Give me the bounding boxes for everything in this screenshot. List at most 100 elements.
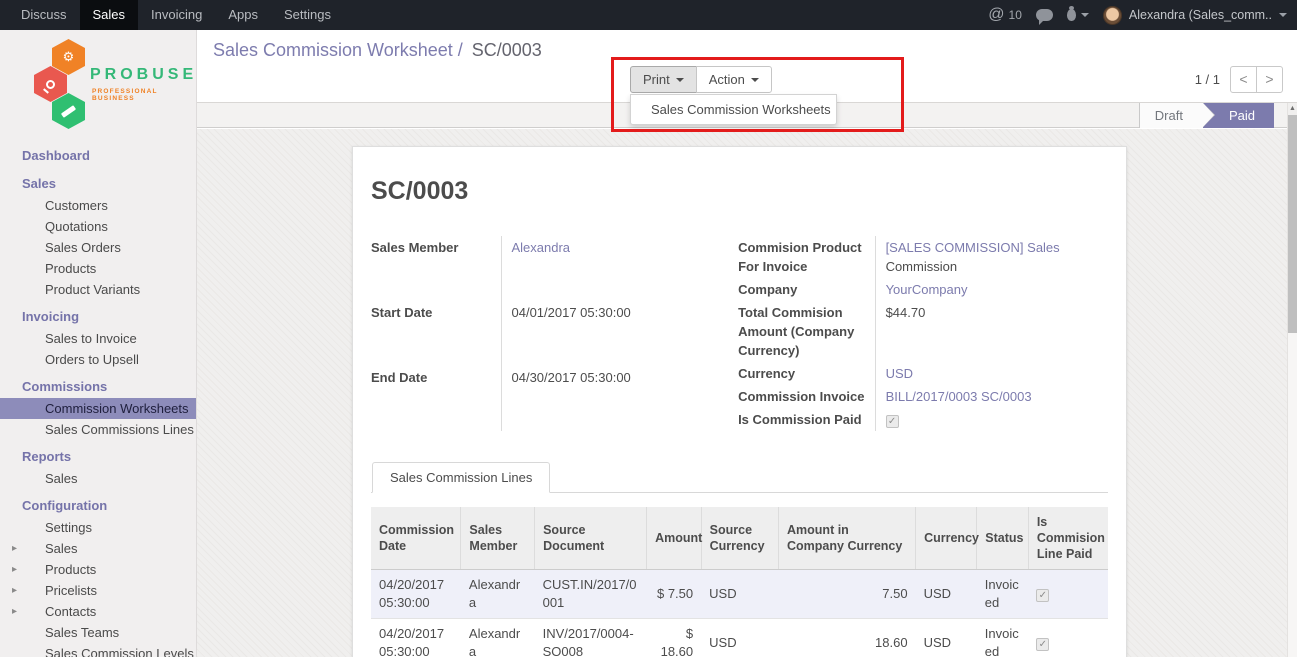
print-button[interactable]: Print <box>630 66 697 93</box>
sidebar-item-sales-commissions-lines[interactable]: Sales Commissions Lines <box>0 419 196 440</box>
sidebar: ⚙ PROBUSE PROFESSIONAL BUSINESS Dashboar… <box>0 30 197 657</box>
field-value-company[interactable]: YourCompany <box>886 282 968 297</box>
commission-lines-table: Commission Date Sales Member Source Docu… <box>371 507 1108 657</box>
topbar-menus: Discuss Sales Invoicing Apps Settings <box>0 0 344 30</box>
sidebar-item-quotations[interactable]: Quotations <box>0 216 196 237</box>
cell-sales-member: Alexandra <box>461 570 535 619</box>
chevron-right-icon: ▸ <box>12 559 17 580</box>
tab-sales-commission-lines[interactable]: Sales Commission Lines <box>372 462 550 493</box>
scrollbar-up-arrow-icon[interactable]: ▲ <box>1288 103 1297 115</box>
col-header-status[interactable]: Status <box>977 507 1029 570</box>
control-panel: Sales Commission Worksheet / SC/0003 Pri… <box>197 30 1297 103</box>
sidebar-item-orders-to-upsell[interactable]: Orders to Upsell <box>0 349 196 370</box>
sidebar-item-sales-teams[interactable]: Sales Teams <box>0 622 196 643</box>
is-commission-paid-checkbox[interactable]: ✓ <box>886 415 899 428</box>
col-header-commission-date[interactable]: Commission Date <box>371 507 461 570</box>
field-label-company: Company <box>738 278 875 301</box>
sidebar-nav: Dashboard Sales Customers Quotations Sal… <box>0 130 196 657</box>
pager-next-button[interactable]: > <box>1256 66 1283 93</box>
field-value-currency[interactable]: USD <box>886 366 913 381</box>
sidebar-section-reports[interactable]: Reports <box>0 445 196 468</box>
cell-commission-date: 04/20/2017 05:30:00 <box>371 619 461 657</box>
pager-previous-button[interactable]: < <box>1230 66 1257 93</box>
sidebar-item-product-variants[interactable]: Product Variants <box>0 279 196 300</box>
caret-down-icon <box>751 78 759 82</box>
print-dropdown-menu: Sales Commission Worksheets <box>630 94 837 125</box>
scrollbar-thumb[interactable] <box>1288 115 1297 333</box>
notebook-tabs: Sales Commission Lines <box>371 462 1108 493</box>
chevron-right-icon: ▸ <box>12 538 17 559</box>
topbar-right: @ 10 Alexandra (Sales_comm.. <box>988 0 1297 30</box>
form-sheet: SC/0003 Sales Member Alexandra Start Dat… <box>352 146 1127 657</box>
field-value-sales-member[interactable]: Alexandra <box>512 240 571 255</box>
chevron-right-icon: ▸ <box>12 580 17 601</box>
at-icon: @ <box>988 7 1004 23</box>
field-group-left: Sales Member Alexandra Start Date 04/01/… <box>371 236 721 431</box>
cell-source-currency: USD <box>701 570 778 619</box>
sidebar-item-sales-orders[interactable]: Sales Orders <box>0 237 196 258</box>
col-header-amount[interactable]: Amount <box>647 507 702 570</box>
line-paid-checkbox[interactable]: ✓ <box>1036 638 1049 651</box>
debug-menu[interactable] <box>1067 9 1089 21</box>
topbar-menu-apps[interactable]: Apps <box>215 0 271 30</box>
sidebar-item-sales-to-invoice[interactable]: Sales to Invoice <box>0 328 196 349</box>
form-fields: Sales Member Alexandra Start Date 04/01/… <box>371 236 1108 431</box>
topbar-menu-sales[interactable]: Sales <box>80 0 139 30</box>
cell-source-currency: USD <box>701 619 778 657</box>
field-label-commission-invoice: Commission Invoice <box>738 385 875 408</box>
action-button[interactable]: Action <box>696 66 772 93</box>
topbar-menu-invoicing[interactable]: Invoicing <box>138 0 215 30</box>
sidebar-section-commissions[interactable]: Commissions <box>0 375 196 398</box>
logo-tagline: PROFESSIONAL BUSINESS <box>92 88 196 102</box>
dropdown-item-sales-commission-worksheets[interactable]: Sales Commission Worksheets <box>631 95 836 124</box>
col-header-sales-member[interactable]: Sales Member <box>461 507 535 570</box>
breadcrumb-link[interactable]: Sales Commission Worksheet / <box>213 40 463 60</box>
sidebar-item-config-products[interactable]: ▸ Products <box>0 559 196 580</box>
status-step-draft[interactable]: Draft <box>1139 103 1203 128</box>
content-area: SC/0003 Sales Member Alexandra Start Dat… <box>197 129 1287 657</box>
sidebar-item-contacts[interactable]: ▸ Contacts <box>0 601 196 622</box>
field-value-commission-invoice[interactable]: BILL/2017/0003 SC/0003 <box>886 389 1032 404</box>
field-label-is-commission-paid: Is Commission Paid <box>738 408 875 431</box>
record-title: SC/0003 <box>371 177 1108 206</box>
cell-sales-member: Alexandra <box>461 619 535 657</box>
col-header-amount-company-currency[interactable]: Amount in Company Currency <box>779 507 916 570</box>
sidebar-item-dashboard[interactable]: Dashboard <box>0 144 196 167</box>
chat-bubble-icon[interactable] <box>1036 9 1053 21</box>
col-header-is-commission-line-paid[interactable]: Is Commision Line Paid <box>1028 507 1108 570</box>
sidebar-item-commission-worksheets[interactable]: Commission Worksheets <box>0 398 196 419</box>
table-row[interactable]: 04/20/2017 05:30:00 Alexandra INV/2017/0… <box>371 619 1108 657</box>
table-row[interactable]: 04/20/2017 05:30:00 Alexandra CUST.IN/20… <box>371 570 1108 619</box>
field-value-commission-product-rest: Commission <box>886 259 958 274</box>
field-label-currency: Currency <box>738 362 875 385</box>
sidebar-item-products[interactable]: Products <box>0 258 196 279</box>
sidebar-item-pricelists[interactable]: ▸ Pricelists <box>0 580 196 601</box>
vertical-scrollbar[interactable]: ▲ <box>1287 103 1297 657</box>
mentions-count: 10 <box>1009 8 1022 22</box>
topbar-menu-settings[interactable]: Settings <box>271 0 344 30</box>
field-label-sales-member: Sales Member <box>371 236 501 301</box>
sidebar-item-customers[interactable]: Customers <box>0 195 196 216</box>
sidebar-section-configuration[interactable]: Configuration <box>0 494 196 517</box>
screen: Discuss Sales Invoicing Apps Settings @ … <box>0 0 1297 657</box>
sidebar-item-config-sales[interactable]: ▸ Sales <box>0 538 196 559</box>
col-header-source-document[interactable]: Source Document <box>535 507 647 570</box>
sidebar-item-settings[interactable]: Settings <box>0 517 196 538</box>
user-menu[interactable]: Alexandra (Sales_comm.. <box>1103 6 1287 25</box>
cell-line-paid: ✓ <box>1028 619 1108 657</box>
pager-text: 1 / 1 <box>1195 72 1220 87</box>
table-header-row: Commission Date Sales Member Source Docu… <box>371 507 1108 570</box>
line-paid-checkbox[interactable]: ✓ <box>1036 589 1049 602</box>
sidebar-section-sales[interactable]: Sales <box>0 172 196 195</box>
mentions-counter[interactable]: @ 10 <box>988 7 1022 23</box>
sidebar-item-sales-commission-levels[interactable]: Sales Commission Levels <box>0 643 196 657</box>
col-header-currency[interactable]: Currency <box>916 507 977 570</box>
user-name: Alexandra (Sales_comm.. <box>1129 8 1272 22</box>
field-value-total-commission: $44.70 <box>875 301 1108 362</box>
sidebar-item-reports-sales[interactable]: Sales <box>0 468 196 489</box>
sidebar-section-invoicing[interactable]: Invoicing <box>0 305 196 328</box>
col-header-source-currency[interactable]: Source Currency <box>701 507 778 570</box>
cell-amount: $ 18.60 <box>647 619 702 657</box>
field-value-commission-product-link[interactable]: [SALES COMMISSION] Sales <box>886 240 1060 255</box>
topbar-menu-discuss[interactable]: Discuss <box>8 0 80 30</box>
